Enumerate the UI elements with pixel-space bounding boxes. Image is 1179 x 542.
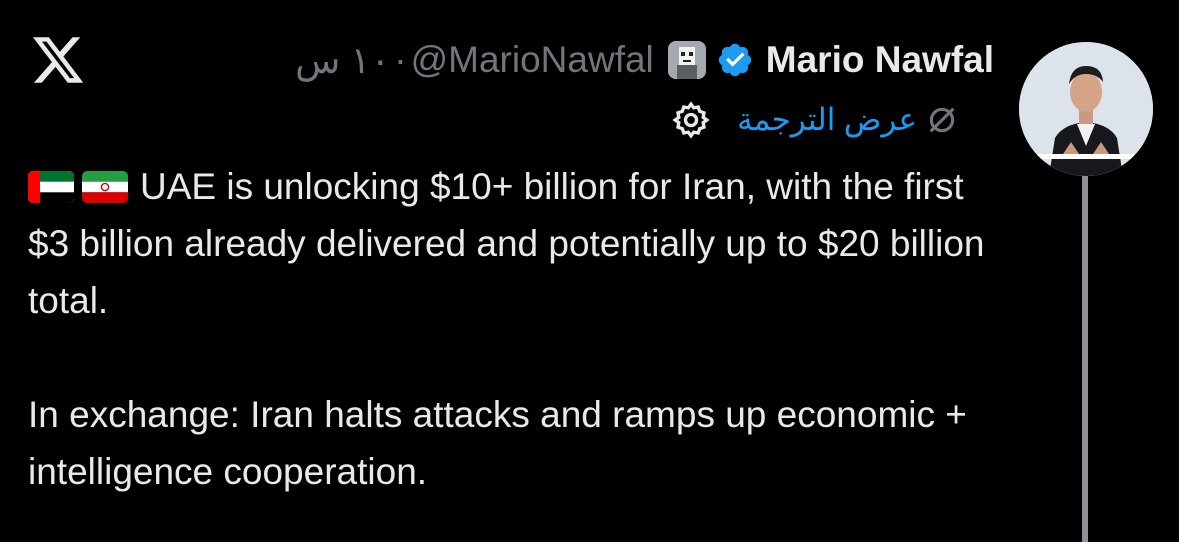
affiliate-badge-icon[interactable] bbox=[667, 41, 706, 79]
uae-flag-icon bbox=[28, 171, 74, 203]
user-display-name[interactable]: Mario Nawfal bbox=[766, 39, 994, 81]
time-separator: · bbox=[394, 39, 407, 80]
post-header: ١٠ س · @MarioNawfal Mario Nawfal bbox=[295, 36, 994, 84]
gear-icon[interactable] bbox=[671, 100, 711, 140]
translate-icon bbox=[929, 107, 955, 133]
post-time[interactable]: ١٠ س bbox=[295, 39, 390, 82]
post-text-paragraph-2: In exchange: Iran halts attacks and ramp… bbox=[28, 394, 967, 492]
user-handle[interactable]: @MarioNawfal bbox=[411, 39, 654, 81]
translation-row: عرض الترجمة bbox=[671, 98, 959, 142]
avatar[interactable] bbox=[1019, 42, 1153, 176]
verified-badge-icon[interactable] bbox=[716, 41, 754, 79]
iran-flag-icon bbox=[82, 171, 128, 203]
post-paragraph: UAE is unlocking $10+ billion for Iran, … bbox=[28, 158, 1008, 329]
show-translation-link[interactable]: عرض الترجمة bbox=[737, 102, 917, 138]
x-logo-icon[interactable] bbox=[30, 32, 86, 88]
thread-connector-line bbox=[1082, 176, 1088, 542]
post-body: UAE is unlocking $10+ billion for Iran, … bbox=[28, 158, 1008, 500]
post-text-paragraph-1: UAE is unlocking $10+ billion for Iran, … bbox=[28, 166, 985, 321]
flag-emojis bbox=[28, 171, 128, 203]
